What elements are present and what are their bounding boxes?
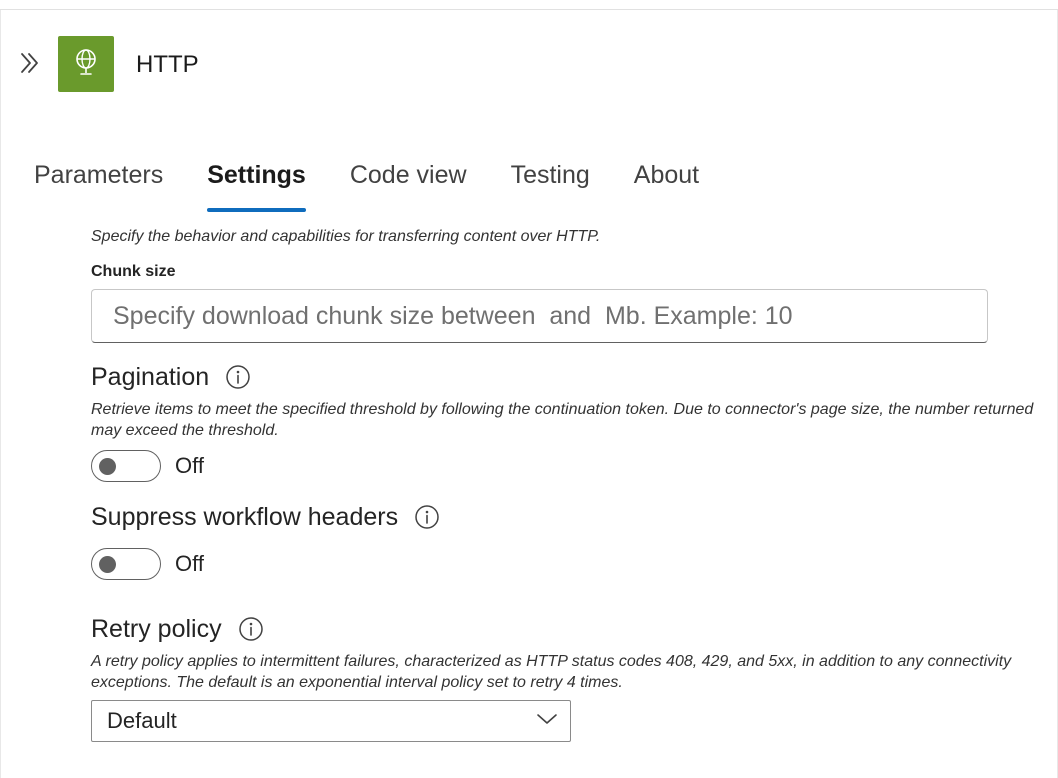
content-transfer-description: Specify the behavior and capabilities fo… (91, 228, 601, 245)
panel-title: HTTP (136, 51, 199, 78)
info-icon[interactable] (225, 364, 251, 390)
info-icon[interactable] (238, 616, 264, 642)
retry-policy-dropdown[interactable]: Default (91, 700, 571, 742)
panel-top-border (0, 9, 1058, 10)
double-chevron-right-icon (19, 51, 41, 80)
suppress-headers-title: Suppress workflow headers (91, 503, 399, 531)
pagination-toggle-row: Off (91, 450, 204, 482)
content-transfer-heading: Content transfer (91, 214, 263, 222)
collapse-panel-button[interactable] (16, 50, 44, 80)
pagination-description: Retrieve items to meet the specified thr… (91, 401, 1034, 439)
pagination-title-row: Pagination (91, 362, 251, 392)
retry-policy-title: Retry policy (91, 615, 222, 643)
toggle-knob (99, 458, 116, 475)
tab-parameters[interactable]: Parameters (34, 158, 163, 214)
suppress-headers-title-row: Suppress workflow headers (91, 502, 440, 532)
retry-policy-selected: Default (107, 708, 177, 733)
tab-code-view[interactable]: Code view (350, 158, 467, 214)
suppress-headers-toggle-label: Off (175, 551, 204, 576)
pagination-toggle-label: Off (175, 453, 204, 478)
tab-testing[interactable]: Testing (511, 158, 590, 214)
chunk-size-label: Chunk size (91, 263, 176, 280)
http-connector-icon (58, 36, 114, 92)
tab-list: Parameters Settings Code view Testing Ab… (34, 158, 743, 214)
info-icon[interactable] (414, 504, 440, 530)
tab-about[interactable]: About (634, 158, 699, 214)
chevron-down-icon (536, 712, 558, 731)
tab-settings[interactable]: Settings (207, 158, 306, 214)
retry-policy-title-row: Retry policy (91, 614, 264, 644)
pagination-toggle[interactable] (91, 450, 161, 482)
globe-icon (73, 47, 99, 82)
chunk-size-input[interactable] (91, 289, 988, 343)
retry-policy-description: A retry policy applies to intermittent f… (91, 653, 1012, 691)
suppress-headers-toggle[interactable] (91, 548, 161, 580)
suppress-headers-toggle-row: Off (91, 548, 204, 580)
pagination-title: Pagination (91, 363, 210, 391)
settings-content[interactable]: Content transfer Specify the behavior an… (0, 214, 1058, 778)
toggle-knob (99, 556, 116, 573)
